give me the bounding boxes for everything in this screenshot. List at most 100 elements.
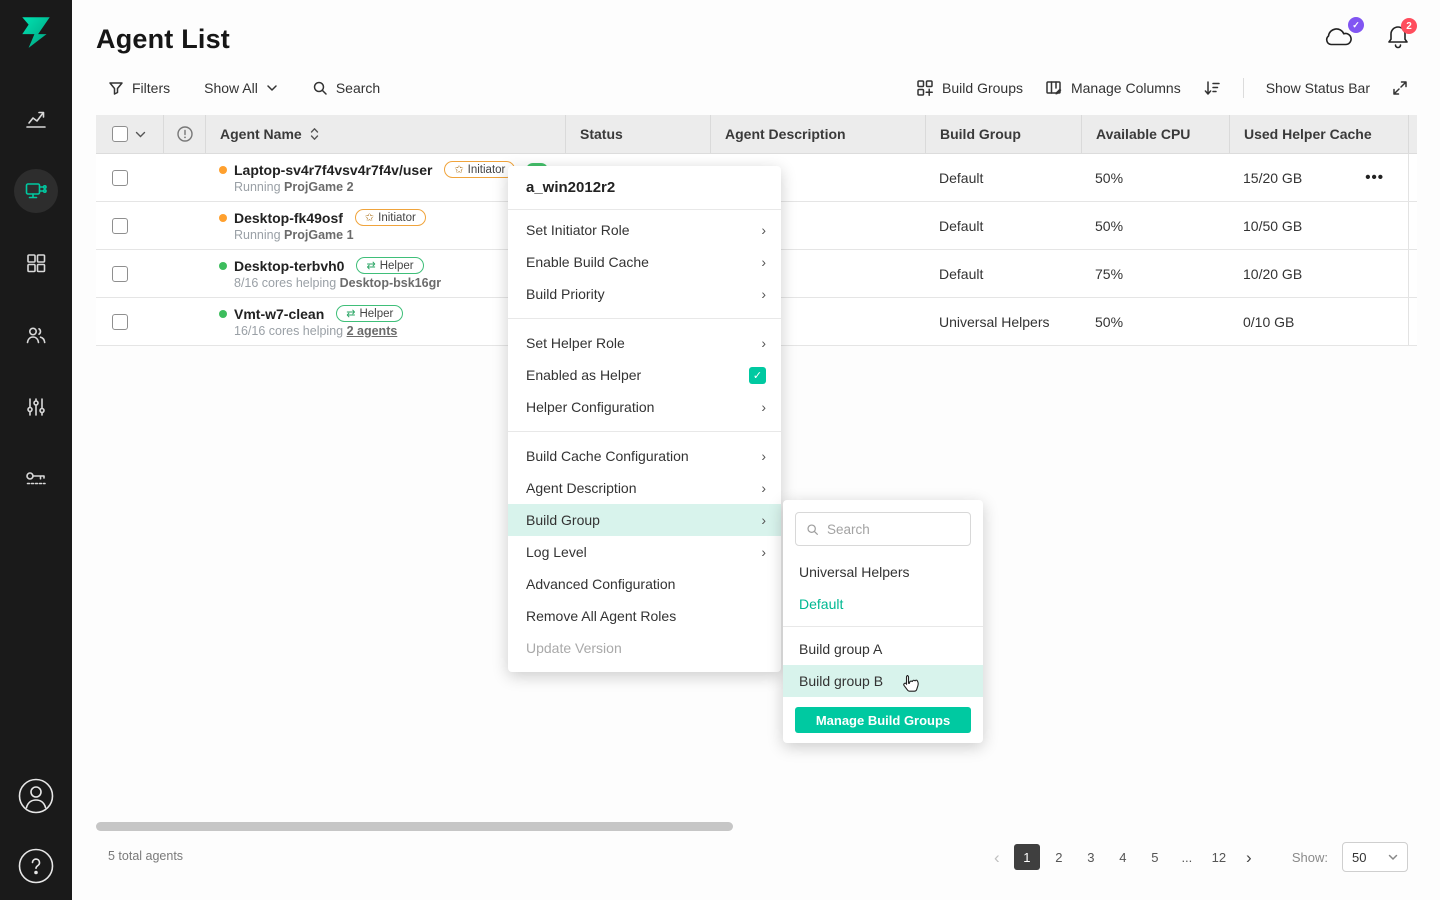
row-checkbox[interactable] bbox=[112, 170, 128, 186]
submenu-item-default[interactable]: Default bbox=[783, 588, 983, 620]
submenu-item-build-group-b[interactable]: Build group B bbox=[783, 665, 983, 697]
helper-badge-icon: ⇄ bbox=[366, 259, 375, 272]
filters-button[interactable]: Filters bbox=[108, 80, 170, 96]
submenu-item-build-group-a[interactable]: Build group A bbox=[783, 633, 983, 665]
users-icon[interactable] bbox=[14, 313, 58, 357]
select-menu-chevron-icon[interactable] bbox=[135, 131, 146, 138]
status-dot-orange bbox=[219, 214, 227, 222]
menu-item-agent-description[interactable]: Agent Description› bbox=[508, 472, 781, 504]
help-icon[interactable] bbox=[14, 844, 58, 888]
manage-columns-button[interactable]: Manage Columns bbox=[1045, 79, 1181, 97]
agent-name: Desktop-fk49osf bbox=[234, 210, 343, 226]
license-key-icon[interactable] bbox=[14, 457, 58, 501]
initiator-badge: ✩Initiator bbox=[444, 161, 515, 178]
views-grid-icon[interactable] bbox=[14, 241, 58, 285]
menu-item-helper-configuration[interactable]: Helper Configuration› bbox=[508, 391, 781, 423]
agent-subtitle: Running ProjGame 1 bbox=[219, 228, 354, 242]
cache-cell: 10/50 GB bbox=[1229, 202, 1408, 249]
menu-item-build-cache-configuration[interactable]: Build Cache Configuration› bbox=[508, 440, 781, 472]
row-actions-icon[interactable]: ••• bbox=[1365, 169, 1384, 186]
menu-item-log-level[interactable]: Log Level› bbox=[508, 536, 781, 568]
sidebar-nav bbox=[14, 97, 58, 501]
column-header-agent-description[interactable]: Agent Description bbox=[710, 115, 925, 153]
page-size-select[interactable]: 50 bbox=[1342, 842, 1408, 872]
menu-item-enabled-as-helper[interactable]: Enabled as Helper✓ bbox=[508, 359, 781, 391]
cloud-status-button[interactable]: ✓ bbox=[1322, 24, 1356, 49]
dashboard-icon[interactable] bbox=[14, 97, 58, 141]
column-header-agent-name[interactable]: Agent Name bbox=[205, 115, 565, 153]
table-header-row: Agent Name Status Agent Description Buil… bbox=[96, 115, 1417, 154]
horizontal-scrollbar-thumb[interactable] bbox=[96, 822, 733, 831]
next-page-button[interactable]: › bbox=[1238, 849, 1260, 866]
submenu-divider bbox=[783, 626, 983, 627]
manage-columns-icon bbox=[1045, 79, 1063, 97]
expand-diagonal-icon bbox=[1392, 80, 1408, 96]
show-all-dropdown[interactable]: Show All bbox=[204, 80, 278, 96]
menu-item-set-initiator-role[interactable]: Set Initiator Role› bbox=[508, 214, 781, 246]
manage-build-groups-button[interactable]: Manage Build Groups bbox=[795, 707, 971, 733]
helping-agents-link[interactable]: 2 agents bbox=[347, 324, 398, 338]
page-ellipsis: ... bbox=[1174, 844, 1200, 870]
page-button-5[interactable]: 5 bbox=[1142, 844, 1168, 870]
initiator-badge: ✩Initiator bbox=[355, 209, 426, 226]
column-header-available-cpu[interactable]: Available CPU bbox=[1081, 115, 1229, 153]
chevron-right-icon: › bbox=[761, 481, 766, 495]
column-header-used-helper-cache[interactable]: Used Helper Cache bbox=[1229, 115, 1408, 153]
chevron-down-icon bbox=[266, 84, 278, 92]
filter-funnel-icon bbox=[108, 80, 124, 96]
sort-order-button[interactable] bbox=[1203, 79, 1221, 97]
chevron-right-icon: › bbox=[761, 513, 766, 527]
menu-divider bbox=[508, 431, 781, 432]
submenu-search-box[interactable] bbox=[795, 512, 971, 546]
agent-context-menu: a_win2012r2 Set Initiator Role› Enable B… bbox=[508, 166, 781, 672]
toolbar: Filters Show All Search Build Groups Man… bbox=[72, 72, 1440, 104]
prev-page-button[interactable]: ‹ bbox=[986, 849, 1008, 866]
row-checkbox[interactable] bbox=[112, 218, 128, 234]
page-button-1[interactable]: 1 bbox=[1014, 844, 1040, 870]
manage-columns-label: Manage Columns bbox=[1071, 80, 1181, 96]
cache-cell: 15/20 GB••• bbox=[1229, 154, 1408, 201]
app-logo-icon[interactable] bbox=[17, 13, 55, 51]
profile-avatar[interactable] bbox=[14, 774, 58, 818]
menu-item-build-group[interactable]: Build Group› bbox=[508, 504, 781, 536]
show-all-label: Show All bbox=[204, 80, 258, 96]
settings-sliders-icon[interactable] bbox=[14, 385, 58, 429]
submenu-search-input[interactable] bbox=[827, 522, 960, 537]
page-title: Agent List bbox=[96, 24, 230, 55]
chevron-right-icon: › bbox=[761, 223, 766, 237]
row-checkbox[interactable] bbox=[112, 266, 128, 282]
agents-icon[interactable] bbox=[14, 169, 58, 213]
menu-item-set-helper-role[interactable]: Set Helper Role› bbox=[508, 327, 781, 359]
sort-order-icon bbox=[1203, 79, 1221, 97]
status-dot-green bbox=[219, 310, 227, 318]
page-button-2[interactable]: 2 bbox=[1046, 844, 1072, 870]
menu-item-build-priority[interactable]: Build Priority› bbox=[508, 278, 781, 310]
checked-checkbox-icon[interactable]: ✓ bbox=[749, 367, 766, 384]
select-all-checkbox[interactable] bbox=[112, 126, 128, 142]
column-header-status[interactable]: Status bbox=[565, 115, 710, 153]
column-header-build-group[interactable]: Build Group bbox=[925, 115, 1081, 153]
submenu-item-universal-helpers[interactable]: Universal Helpers bbox=[783, 556, 983, 588]
helper-badge-icon: ⇄ bbox=[346, 307, 355, 320]
page-button-3[interactable]: 3 bbox=[1078, 844, 1104, 870]
chevron-right-icon: › bbox=[761, 545, 766, 559]
page-button-12[interactable]: 12 bbox=[1206, 844, 1232, 870]
expand-button[interactable] bbox=[1392, 80, 1408, 96]
toolbar-divider bbox=[1243, 78, 1244, 98]
agent-subtitle: Running ProjGame 2 bbox=[219, 180, 354, 194]
row-checkbox[interactable] bbox=[112, 314, 128, 330]
cpu-cell: 50% bbox=[1081, 154, 1229, 201]
chevron-right-icon: › bbox=[761, 255, 766, 269]
menu-item-enable-build-cache[interactable]: Enable Build Cache› bbox=[508, 246, 781, 278]
chevron-right-icon: › bbox=[761, 287, 766, 301]
page-button-4[interactable]: 4 bbox=[1110, 844, 1136, 870]
menu-item-advanced-configuration[interactable]: Advanced Configuration bbox=[508, 568, 781, 600]
notifications-button[interactable]: 2 bbox=[1386, 24, 1410, 50]
menu-item-remove-all-agent-roles[interactable]: Remove All Agent Roles bbox=[508, 600, 781, 632]
filters-label: Filters bbox=[132, 80, 170, 96]
build-groups-button[interactable]: Build Groups bbox=[916, 79, 1023, 97]
menu-item-update-version: Update Version bbox=[508, 632, 781, 664]
search-button[interactable]: Search bbox=[312, 80, 380, 96]
show-status-bar-button[interactable]: Show Status Bar bbox=[1266, 80, 1370, 96]
agent-name: Vmt-w7-clean bbox=[234, 306, 324, 322]
